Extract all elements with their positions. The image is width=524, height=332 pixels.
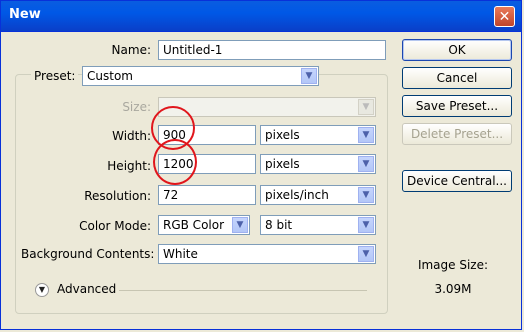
name-label: Name: (111, 43, 151, 57)
width-unit-select[interactable]: pixels ▼ (260, 125, 376, 145)
advanced-divider (119, 290, 367, 291)
preset-select[interactable]: Custom ▼ (82, 66, 319, 86)
new-document-dialog: New ✕ Name: Untitled-1 Preset: Custom ▼ … (0, 0, 522, 330)
image-size-value: 3.09M (434, 282, 472, 296)
delete-preset-button[interactable]: Delete Preset... (402, 123, 512, 145)
bit-depth-select[interactable]: 8 bit ▼ (260, 215, 376, 235)
name-field[interactable]: Untitled-1 (158, 40, 386, 60)
height-unit-value: pixels (265, 157, 300, 171)
window-title: New (9, 7, 41, 22)
background-contents-select[interactable]: White ▼ (158, 244, 376, 264)
resolution-field[interactable]: 72 (158, 185, 256, 205)
chevron-down-icon[interactable]: ▼ (358, 246, 374, 262)
close-icon[interactable]: ✕ (494, 6, 515, 27)
width-unit-value: pixels (265, 128, 300, 142)
chevron-down-icon[interactable]: ▼ (358, 99, 374, 115)
annotation-circle-height (153, 139, 197, 185)
save-preset-button[interactable]: Save Preset... (402, 95, 512, 117)
chevron-down-icon[interactable]: ▼ (232, 217, 248, 233)
title-bar[interactable]: New ✕ (1, 1, 521, 32)
preset-value: Custom (87, 69, 133, 83)
cancel-button[interactable]: Cancel (402, 67, 512, 89)
chevron-down-icon[interactable]: ▼ (358, 127, 374, 143)
resolution-unit-select[interactable]: pixels/inch ▼ (260, 185, 376, 205)
preset-label: Preset: (31, 69, 79, 83)
chevron-down-icon[interactable]: ▼ (301, 68, 317, 84)
chevron-down-icon[interactable]: ▼ (358, 187, 374, 203)
chevron-down-icon[interactable]: ▼ (358, 156, 374, 172)
device-central-button[interactable]: Device Central... (402, 170, 512, 192)
width-label: Width: (112, 129, 151, 143)
resolution-label: Resolution: (84, 189, 151, 203)
image-size-label: Image Size: (417, 258, 489, 272)
color-mode-label: Color Mode: (79, 219, 151, 233)
height-label: Height: (107, 159, 151, 173)
ok-button[interactable]: OK (402, 39, 512, 61)
size-label: Size: (122, 100, 151, 114)
background-contents-value: White (163, 247, 198, 261)
height-unit-select[interactable]: pixels ▼ (260, 154, 376, 174)
bit-depth-value: 8 bit (265, 218, 293, 232)
expand-advanced-icon[interactable]: ▼ (35, 283, 49, 297)
color-mode-select[interactable]: RGB Color ▼ (158, 215, 250, 235)
color-mode-value: RGB Color (163, 218, 225, 232)
chevron-down-icon[interactable]: ▼ (358, 217, 374, 233)
advanced-label[interactable]: Advanced (57, 282, 116, 296)
background-contents-label: Background Contents: (21, 247, 155, 261)
resolution-unit-value: pixels/inch (265, 188, 329, 202)
